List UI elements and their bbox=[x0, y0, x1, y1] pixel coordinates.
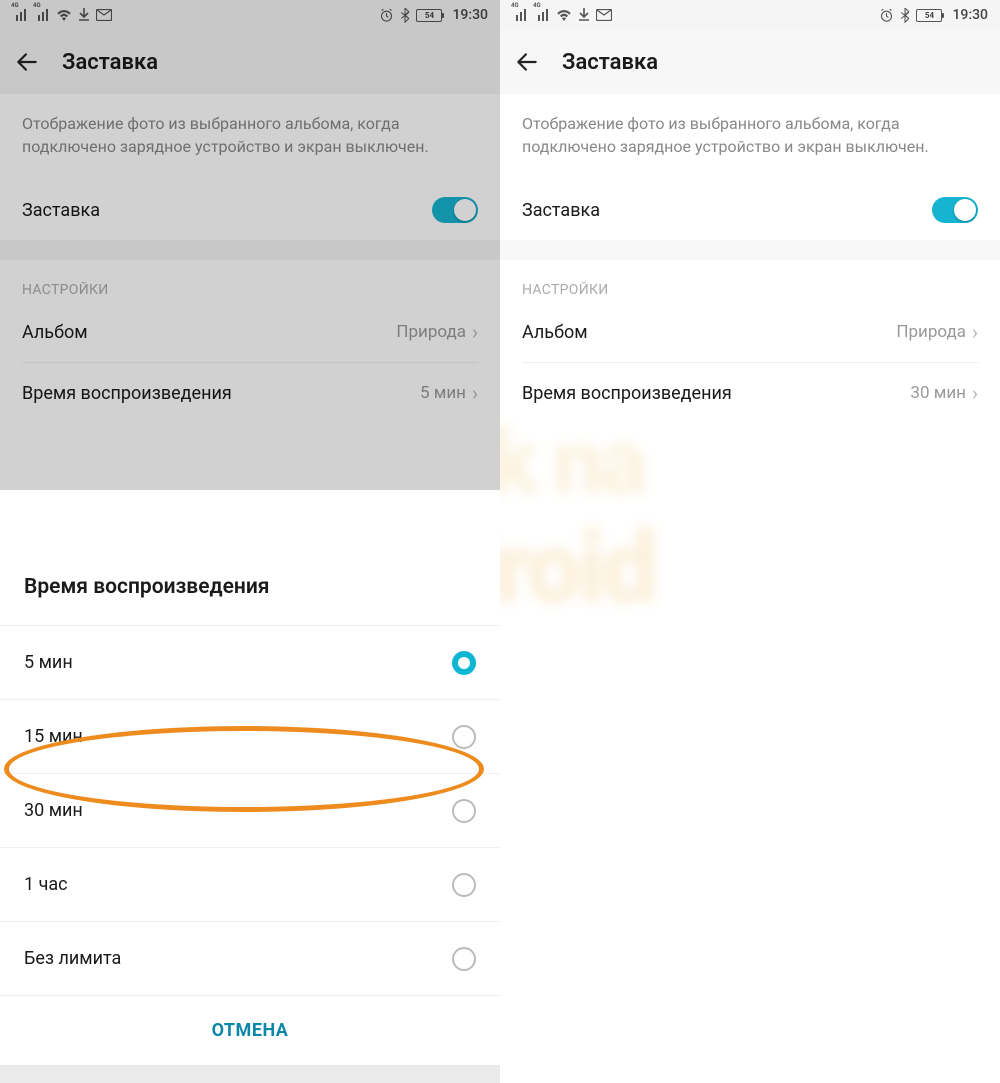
option-5min[interactable]: 5 мин bbox=[0, 625, 500, 699]
chevron-right-icon: › bbox=[972, 320, 978, 344]
alarm-icon bbox=[379, 8, 394, 23]
option-label: 1 час bbox=[24, 874, 68, 895]
playback-label: Время воспроизведения bbox=[522, 383, 732, 404]
playback-row[interactable]: Время воспроизведения 30 мин › bbox=[500, 363, 1000, 423]
signal-icon: 4G bbox=[512, 9, 528, 21]
playback-value: 5 мин bbox=[420, 383, 466, 403]
battery-icon: 54 bbox=[416, 9, 442, 22]
screensaver-toggle-row[interactable]: Заставка bbox=[0, 180, 500, 240]
signal-icon: 4G bbox=[12, 9, 28, 21]
option-label: Без лимита bbox=[24, 948, 121, 969]
album-label: Альбом bbox=[522, 322, 588, 343]
wifi-icon bbox=[556, 9, 572, 21]
screensaver-description: Отображение фото из выбранного альбома, … bbox=[500, 94, 1000, 180]
signal-icon: 4G bbox=[534, 9, 550, 21]
radio-icon[interactable] bbox=[452, 799, 476, 823]
chevron-right-icon: › bbox=[472, 381, 478, 405]
mail-icon bbox=[596, 9, 612, 21]
clock-text: 19:30 bbox=[452, 7, 488, 23]
album-label: Альбом bbox=[22, 322, 88, 343]
back-button[interactable] bbox=[14, 49, 40, 75]
toggle-switch[interactable] bbox=[432, 197, 478, 223]
album-value: Природа bbox=[396, 322, 466, 342]
cancel-button[interactable]: ОТМЕНА bbox=[0, 995, 500, 1065]
settings-section-title: НАСТРОЙКИ bbox=[500, 260, 1000, 302]
wifi-icon bbox=[56, 9, 72, 21]
radio-icon[interactable] bbox=[452, 725, 476, 749]
arrow-left-icon bbox=[14, 49, 40, 75]
empty-area bbox=[500, 423, 1000, 1023]
screensaver-toggle-label: Заставка bbox=[522, 200, 600, 221]
screensaver-description: Отображение фото из выбранного альбома, … bbox=[0, 94, 500, 180]
chevron-right-icon: › bbox=[472, 320, 478, 344]
back-button[interactable] bbox=[514, 49, 540, 75]
mail-icon bbox=[96, 9, 112, 21]
sheet-title: Время воспроизведения bbox=[0, 547, 500, 625]
screensaver-toggle-row[interactable]: Заставка bbox=[500, 180, 1000, 240]
section-gap bbox=[500, 240, 1000, 260]
screensaver-toggle-label: Заставка bbox=[22, 200, 100, 221]
clock-text: 19:30 bbox=[952, 7, 988, 23]
app-header: Заставка bbox=[500, 30, 1000, 94]
option-1hour[interactable]: 1 час bbox=[0, 847, 500, 921]
radio-icon[interactable] bbox=[452, 947, 476, 971]
album-row[interactable]: Альбом Природа › bbox=[500, 302, 1000, 362]
option-label: 30 мин bbox=[24, 800, 83, 821]
download-icon bbox=[78, 8, 90, 22]
status-bar: 4G 4G 54 19:30 bbox=[0, 0, 500, 30]
playback-value: 30 мин bbox=[910, 383, 966, 403]
option-15min[interactable]: 15 мин bbox=[0, 699, 500, 773]
chevron-right-icon: › bbox=[972, 381, 978, 405]
option-label: 15 мин bbox=[24, 726, 83, 747]
status-bar: 4G 4G 54 19:30 bbox=[500, 0, 1000, 30]
alarm-icon bbox=[879, 8, 894, 23]
settings-section-title: НАСТРОЙКИ bbox=[0, 260, 500, 302]
section-gap bbox=[0, 240, 500, 260]
arrow-left-icon bbox=[514, 49, 540, 75]
playback-label: Время воспроизведения bbox=[22, 383, 232, 404]
battery-icon: 54 bbox=[916, 9, 942, 22]
option-30min[interactable]: 30 мин bbox=[0, 773, 500, 847]
sheet-footer-gap bbox=[0, 1065, 500, 1083]
option-nolimit[interactable]: Без лимита bbox=[0, 921, 500, 995]
playback-time-sheet: Время воспроизведения 5 мин 15 мин 30 ми… bbox=[0, 547, 500, 1083]
radio-icon[interactable] bbox=[452, 873, 476, 897]
bluetooth-icon bbox=[900, 8, 910, 23]
signal-icon: 4G bbox=[34, 9, 50, 21]
download-icon bbox=[578, 8, 590, 22]
bluetooth-icon bbox=[400, 8, 410, 23]
radio-selected-icon[interactable] bbox=[452, 651, 476, 675]
option-label: 5 мин bbox=[24, 652, 73, 673]
album-value: Природа bbox=[896, 322, 966, 342]
page-title: Заставка bbox=[62, 50, 158, 75]
page-title: Заставка bbox=[562, 50, 658, 75]
app-header: Заставка bbox=[0, 30, 500, 94]
playback-row[interactable]: Время воспроизведения 5 мин › bbox=[0, 363, 500, 423]
album-row[interactable]: Альбом Природа › bbox=[0, 302, 500, 362]
toggle-switch[interactable] bbox=[932, 197, 978, 223]
